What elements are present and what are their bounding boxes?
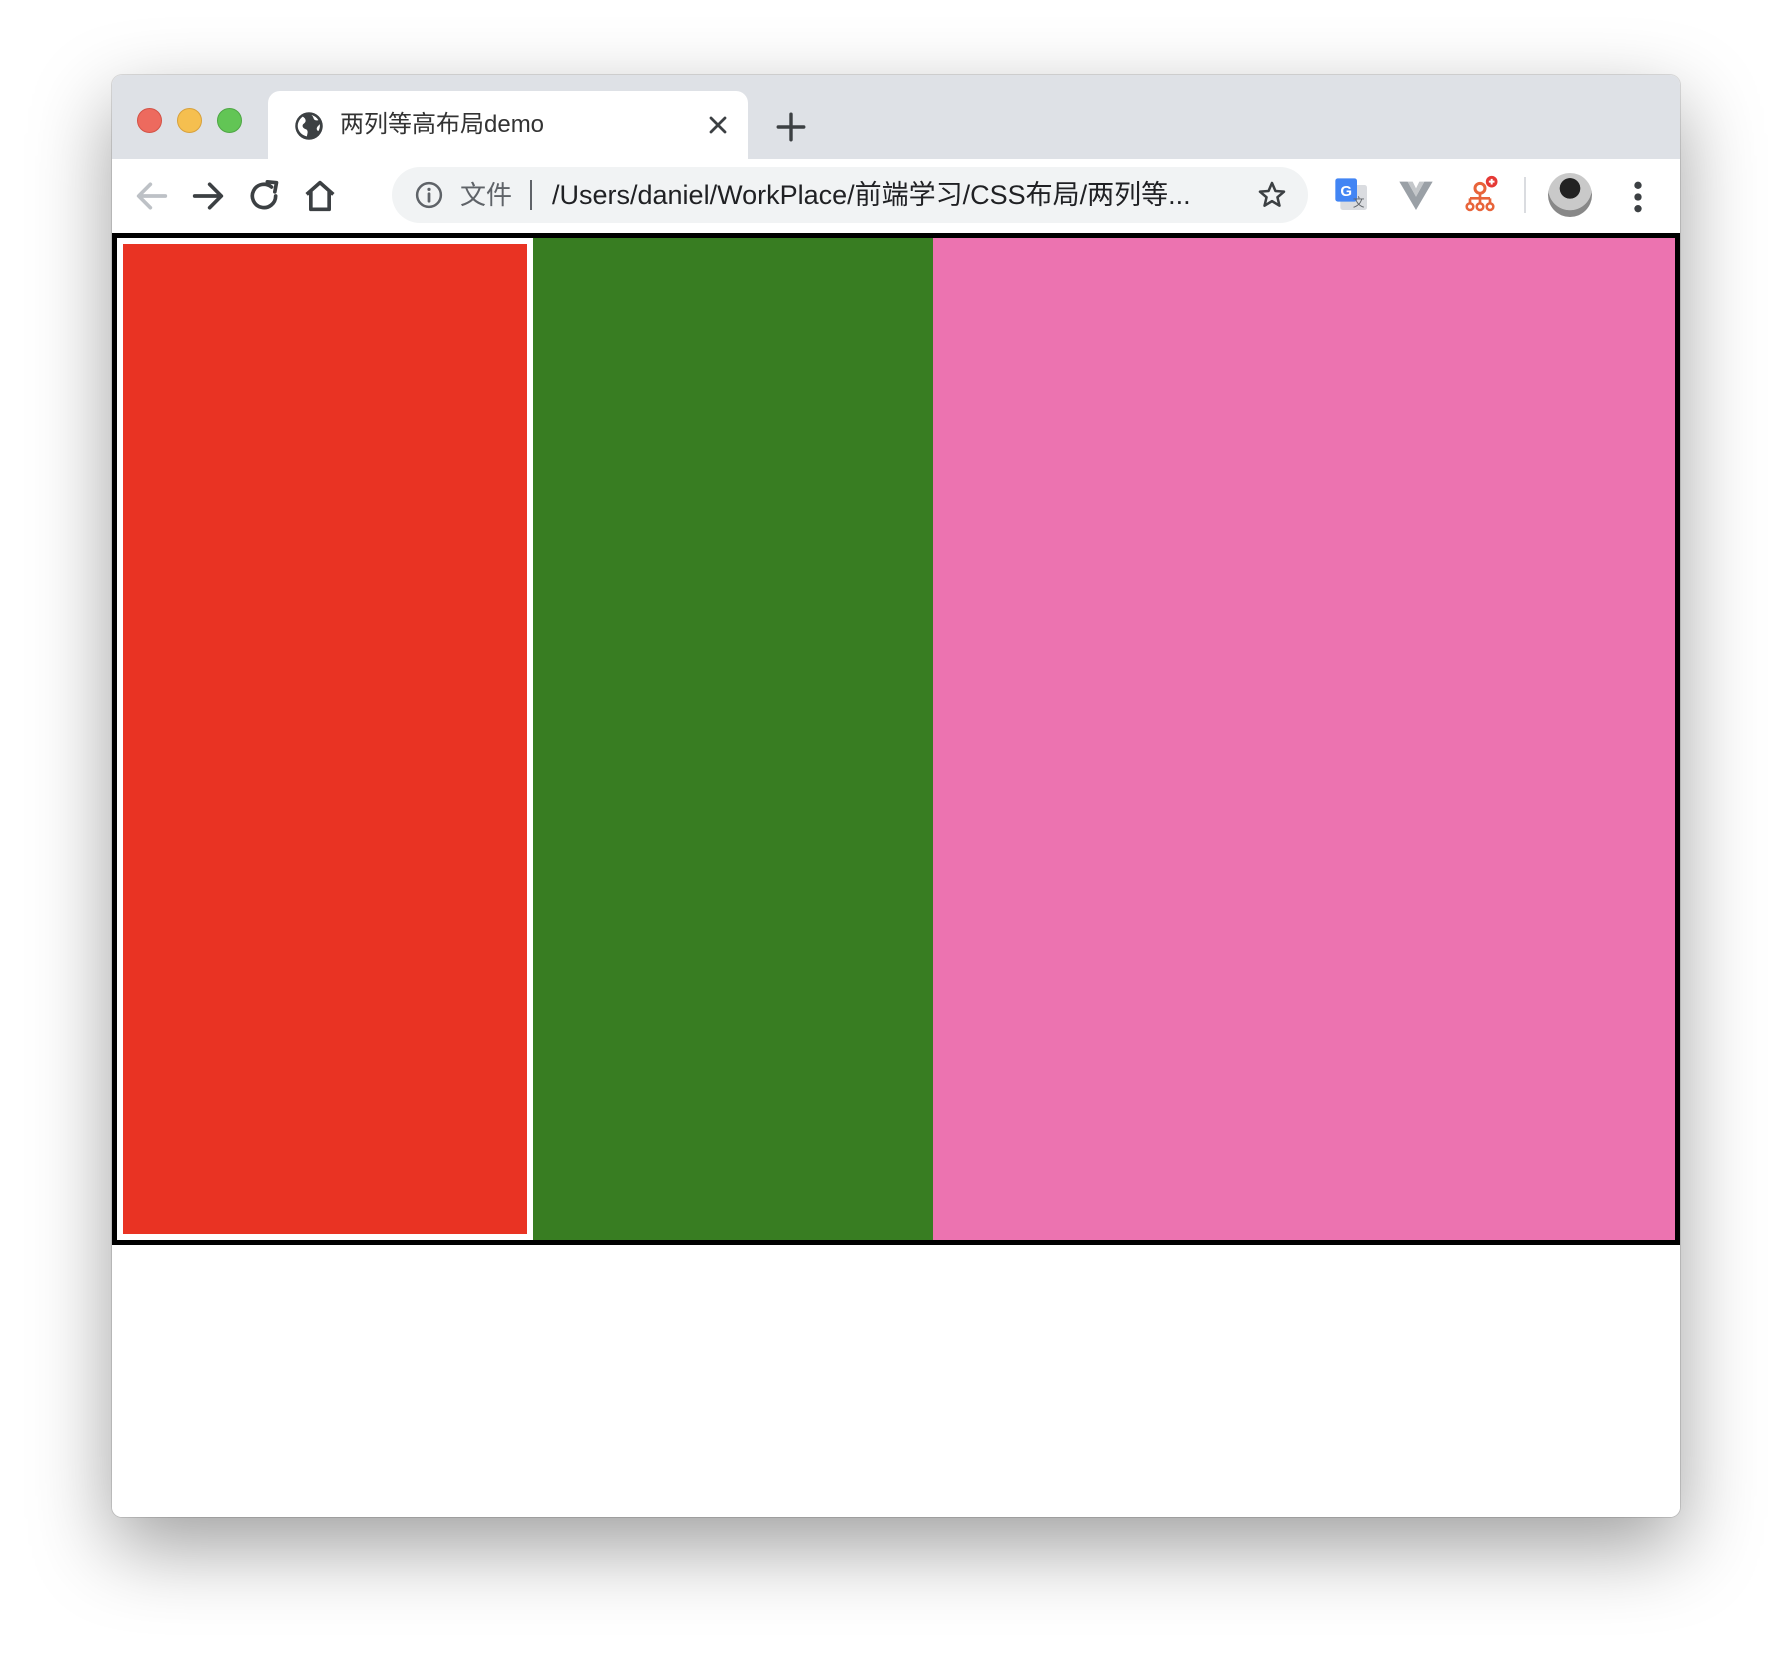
forward-icon[interactable] xyxy=(188,176,228,216)
column-left xyxy=(117,238,533,1240)
browser-window: 两列等高布局demo 文件 /Users/daniel/WorkPlace/前端… xyxy=(112,75,1680,1517)
layout-container xyxy=(112,233,1680,1245)
extension-icon[interactable] xyxy=(1460,175,1500,215)
menu-icon[interactable] xyxy=(1628,177,1648,217)
close-icon[interactable] xyxy=(704,111,732,139)
column-right xyxy=(933,238,1675,1240)
tab-active[interactable]: 两列等高布局demo xyxy=(268,91,748,159)
info-icon[interactable] xyxy=(414,180,444,210)
svg-text:G: G xyxy=(1340,183,1352,200)
vue-devtools-icon[interactable] xyxy=(1396,175,1436,215)
back-icon[interactable] xyxy=(132,176,172,216)
column-middle xyxy=(533,238,933,1240)
url-text[interactable]: /Users/daniel/WorkPlace/前端学习/CSS布局/两列等..… xyxy=(552,178,1242,212)
address-bar[interactable]: 文件 /Users/daniel/WorkPlace/前端学习/CSS布局/两列… xyxy=(392,167,1308,223)
svg-text:文: 文 xyxy=(1353,196,1365,210)
page-viewport xyxy=(112,233,1680,1517)
reload-icon[interactable] xyxy=(244,176,284,216)
tab-title: 两列等高布局demo xyxy=(340,111,545,138)
toolbar: 文件 /Users/daniel/WorkPlace/前端学习/CSS布局/两列… xyxy=(112,159,1680,233)
window-minimize-button[interactable] xyxy=(177,108,202,133)
url-scheme-label: 文件 xyxy=(460,180,513,210)
new-tab-button[interactable] xyxy=(774,110,808,144)
window-maximize-button[interactable] xyxy=(217,108,242,133)
globe-icon xyxy=(295,112,323,140)
tab-strip: 两列等高布局demo xyxy=(112,75,1680,159)
window-close-button[interactable] xyxy=(137,108,162,133)
star-icon[interactable] xyxy=(1256,179,1288,211)
google-translate-icon[interactable]: G 文 xyxy=(1332,175,1372,215)
home-icon[interactable] xyxy=(300,176,340,216)
toolbar-divider xyxy=(1524,177,1526,213)
url-separator xyxy=(530,180,532,210)
avatar[interactable] xyxy=(1548,173,1592,217)
